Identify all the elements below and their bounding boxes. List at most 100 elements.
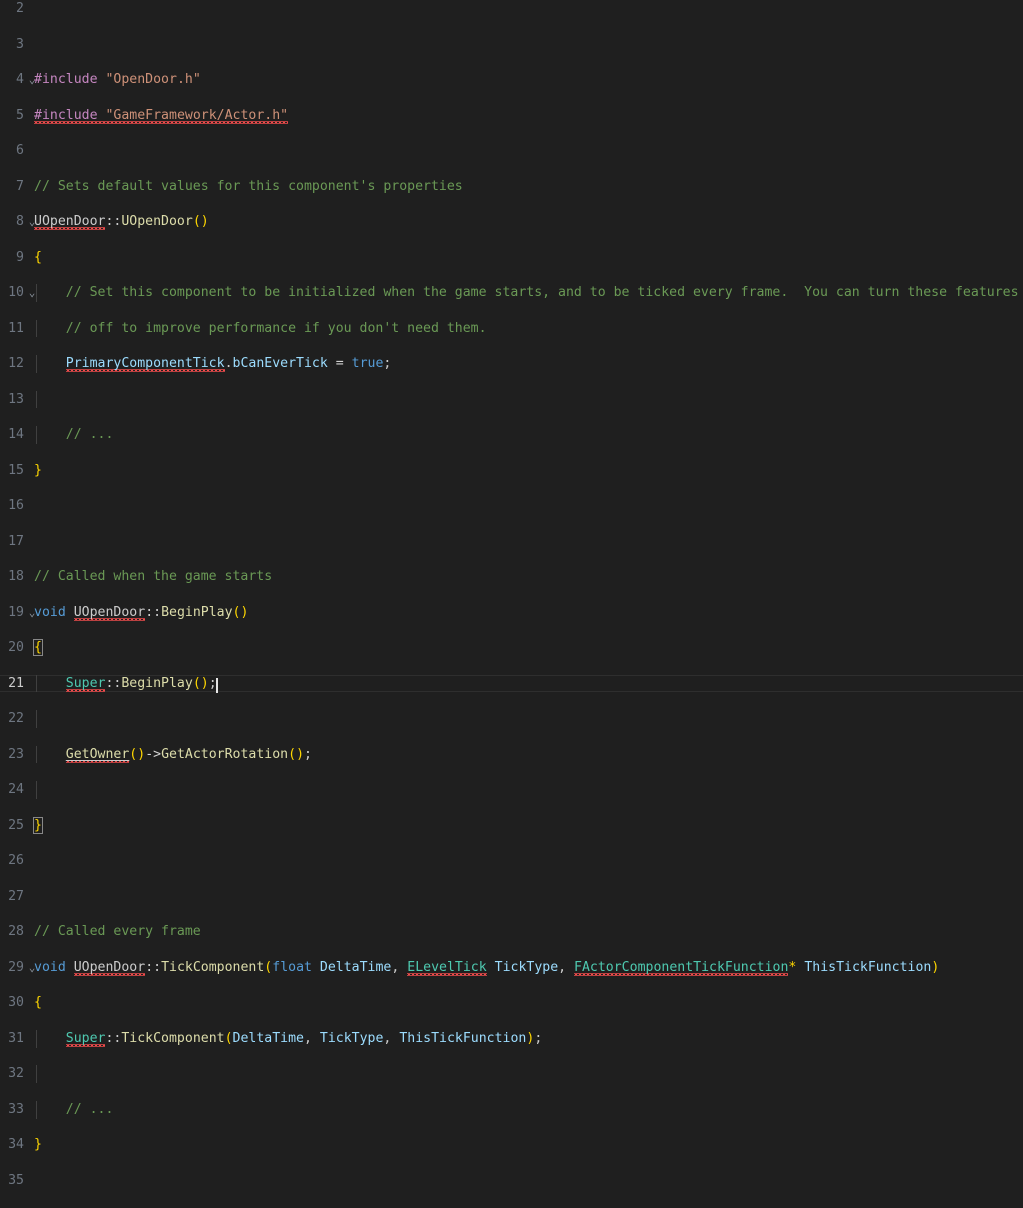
line-gutter[interactable]: 25 xyxy=(0,817,38,835)
line-gutter[interactable]: 29 ⌄ xyxy=(0,959,38,977)
line-gutter[interactable]: 13 xyxy=(0,391,38,409)
line-gutter[interactable]: 12 xyxy=(0,355,38,373)
editor-line[interactable]: 9 { xyxy=(0,249,1023,267)
editor-line-active[interactable]: 21 Super::BeginPlay(); xyxy=(0,674,1023,693)
token-member-field: bCanEverTick xyxy=(232,356,328,372)
token-parens: () xyxy=(129,746,146,762)
line-content[interactable]: PrimaryComponentTick.bCanEverTick = true… xyxy=(34,355,391,373)
line-gutter[interactable]: 26 xyxy=(0,852,38,870)
line-gutter[interactable]: 3 xyxy=(0,36,38,54)
line-gutter[interactable]: 35 xyxy=(0,1172,38,1190)
token-arg-thistickfunction: ThisTickFunction xyxy=(399,1030,527,1046)
editor-line[interactable]: 26 xyxy=(0,852,1023,870)
line-gutter[interactable]: 14 xyxy=(0,426,38,444)
line-gutter[interactable]: 28 xyxy=(0,923,38,941)
line-content[interactable]: void UOpenDoor::BeginPlay() xyxy=(34,604,248,622)
editor-line[interactable]: 27 xyxy=(0,888,1023,906)
line-content[interactable]: #include "OpenDoor.h" xyxy=(34,71,201,89)
line-gutter[interactable]: 24 xyxy=(0,781,38,799)
line-content[interactable]: { xyxy=(33,639,43,657)
editor-line[interactable]: 13 xyxy=(0,390,1023,409)
line-number: 11 xyxy=(8,320,24,336)
line-gutter[interactable]: 2 xyxy=(0,0,38,18)
editor-line[interactable]: 11 // off to improve performance if you … xyxy=(0,319,1023,338)
editor-line[interactable]: 4 ⌄ #include "OpenDoor.h" xyxy=(0,71,1023,89)
line-gutter[interactable]: 21 xyxy=(0,675,38,693)
line-content[interactable]: #include "GameFramework/Actor.h" xyxy=(34,107,289,125)
line-gutter[interactable]: 20 xyxy=(0,639,38,657)
editor-line[interactable]: 31 Super::TickComponent(DeltaTime, TickT… xyxy=(0,1029,1023,1048)
editor-line[interactable]: 16 xyxy=(0,497,1023,515)
editor-line[interactable]: 19 ⌄ void UOpenDoor::BeginPlay() xyxy=(0,604,1023,622)
editor-line[interactable]: 7 // Sets default values for this compon… xyxy=(0,178,1023,196)
line-content[interactable]: // ... xyxy=(34,1101,114,1119)
editor-line[interactable]: 10 ⌄ // Set this component to be initial… xyxy=(0,284,1023,302)
editor-line[interactable]: 15 } xyxy=(0,462,1023,480)
line-content[interactable]: void UOpenDoor::TickComponent(float Delt… xyxy=(34,959,939,977)
line-gutter[interactable]: 22 xyxy=(0,710,38,728)
token-class-name: UOpenDoor xyxy=(34,214,106,230)
line-gutter[interactable]: 16 xyxy=(0,497,38,515)
editor-line[interactable]: 12 PrimaryComponentTick.bCanEverTick = t… xyxy=(0,355,1023,373)
line-content[interactable]: // Set this component to be initialized … xyxy=(34,284,1019,302)
editor-line[interactable]: 24 xyxy=(0,781,1023,799)
editor-line[interactable]: 32 xyxy=(0,1065,1023,1084)
line-gutter[interactable]: 18 xyxy=(0,568,38,586)
token-function-getowner[interactable]: GetOwner xyxy=(65,746,130,763)
line-gutter[interactable]: 31 xyxy=(0,1030,38,1048)
line-gutter[interactable]: 8 ⌄ xyxy=(0,213,38,231)
editor-line[interactable]: 22 xyxy=(0,710,1023,728)
line-content[interactable]: // ... xyxy=(34,426,114,444)
line-gutter[interactable]: 19 ⌄ xyxy=(0,604,38,622)
editor-line[interactable]: 30 { xyxy=(0,994,1023,1012)
code-editor-viewport[interactable]: 2 3 4 ⌄ #include "OpenDoor.h" 5 #include… xyxy=(0,0,1023,1188)
editor-line[interactable]: 5 #include "GameFramework/Actor.h" xyxy=(0,107,1023,125)
line-gutter[interactable]: 11 xyxy=(0,320,38,338)
line-gutter[interactable]: 17 xyxy=(0,533,38,551)
token-paren-close: ) xyxy=(931,959,940,975)
editor-line[interactable]: 8 ⌄ UOpenDoor::UOpenDoor() xyxy=(0,213,1023,231)
line-content[interactable]: } xyxy=(34,1136,42,1154)
editor-line[interactable]: 18 // Called when the game starts xyxy=(0,568,1023,586)
editor-line[interactable]: 17 xyxy=(0,533,1023,551)
editor-line[interactable]: 23 GetOwner()->GetActorRotation(); xyxy=(0,745,1023,764)
line-content[interactable]: { xyxy=(34,249,42,267)
line-content[interactable]: { xyxy=(34,994,42,1012)
line-gutter[interactable]: 4 ⌄ xyxy=(0,71,38,89)
editor-line[interactable]: 14 // ... xyxy=(0,426,1023,444)
editor-line[interactable]: 35 xyxy=(0,1172,1023,1190)
editor-line[interactable]: 6 xyxy=(0,142,1023,160)
line-content[interactable]: // Sets default values for this componen… xyxy=(34,178,463,196)
line-gutter[interactable]: 27 xyxy=(0,888,38,906)
line-gutter[interactable]: 34 xyxy=(0,1136,38,1154)
editor-line[interactable]: 34 } xyxy=(0,1136,1023,1154)
line-gutter[interactable]: 6 xyxy=(0,142,38,160)
line-content[interactable]: } xyxy=(33,816,43,835)
line-gutter[interactable]: 33 xyxy=(0,1101,38,1119)
line-content[interactable]: Super::TickComponent(DeltaTime, TickType… xyxy=(34,1030,542,1048)
line-content[interactable]: } xyxy=(34,462,42,480)
line-content[interactable]: // off to improve performance if you don… xyxy=(34,320,487,338)
editor-line[interactable]: 3 xyxy=(0,36,1023,54)
line-gutter[interactable]: 7 xyxy=(0,178,38,196)
line-content[interactable]: UOpenDoor::UOpenDoor() xyxy=(34,213,209,231)
line-gutter[interactable]: 5 xyxy=(0,107,38,125)
editor-line[interactable]: 28 // Called every frame xyxy=(0,923,1023,941)
line-gutter[interactable]: 9 xyxy=(0,249,38,267)
line-content[interactable]: // Called when the game starts xyxy=(34,568,272,586)
editor-line[interactable]: 2 xyxy=(0,0,1023,18)
editor-line[interactable]: 25 } xyxy=(0,816,1023,835)
token-parens: () xyxy=(288,746,305,762)
line-gutter[interactable]: 32 xyxy=(0,1065,38,1083)
token-keyword-void: void xyxy=(34,604,66,620)
editor-line[interactable]: 20 { xyxy=(0,639,1023,657)
editor-line[interactable]: 33 // ... xyxy=(0,1100,1023,1119)
editor-line[interactable]: 29 ⌄ void UOpenDoor::TickComponent(float… xyxy=(0,959,1023,977)
line-content[interactable]: Super::BeginPlay(); xyxy=(34,675,218,693)
line-gutter[interactable]: 10 ⌄ xyxy=(0,284,38,302)
line-gutter[interactable]: 30 xyxy=(0,994,38,1012)
line-content[interactable]: // Called every frame xyxy=(34,923,201,941)
line-gutter[interactable]: 23 xyxy=(0,746,38,764)
line-content[interactable]: GetOwner()->GetActorRotation(); xyxy=(34,746,312,764)
line-gutter[interactable]: 15 xyxy=(0,462,38,480)
